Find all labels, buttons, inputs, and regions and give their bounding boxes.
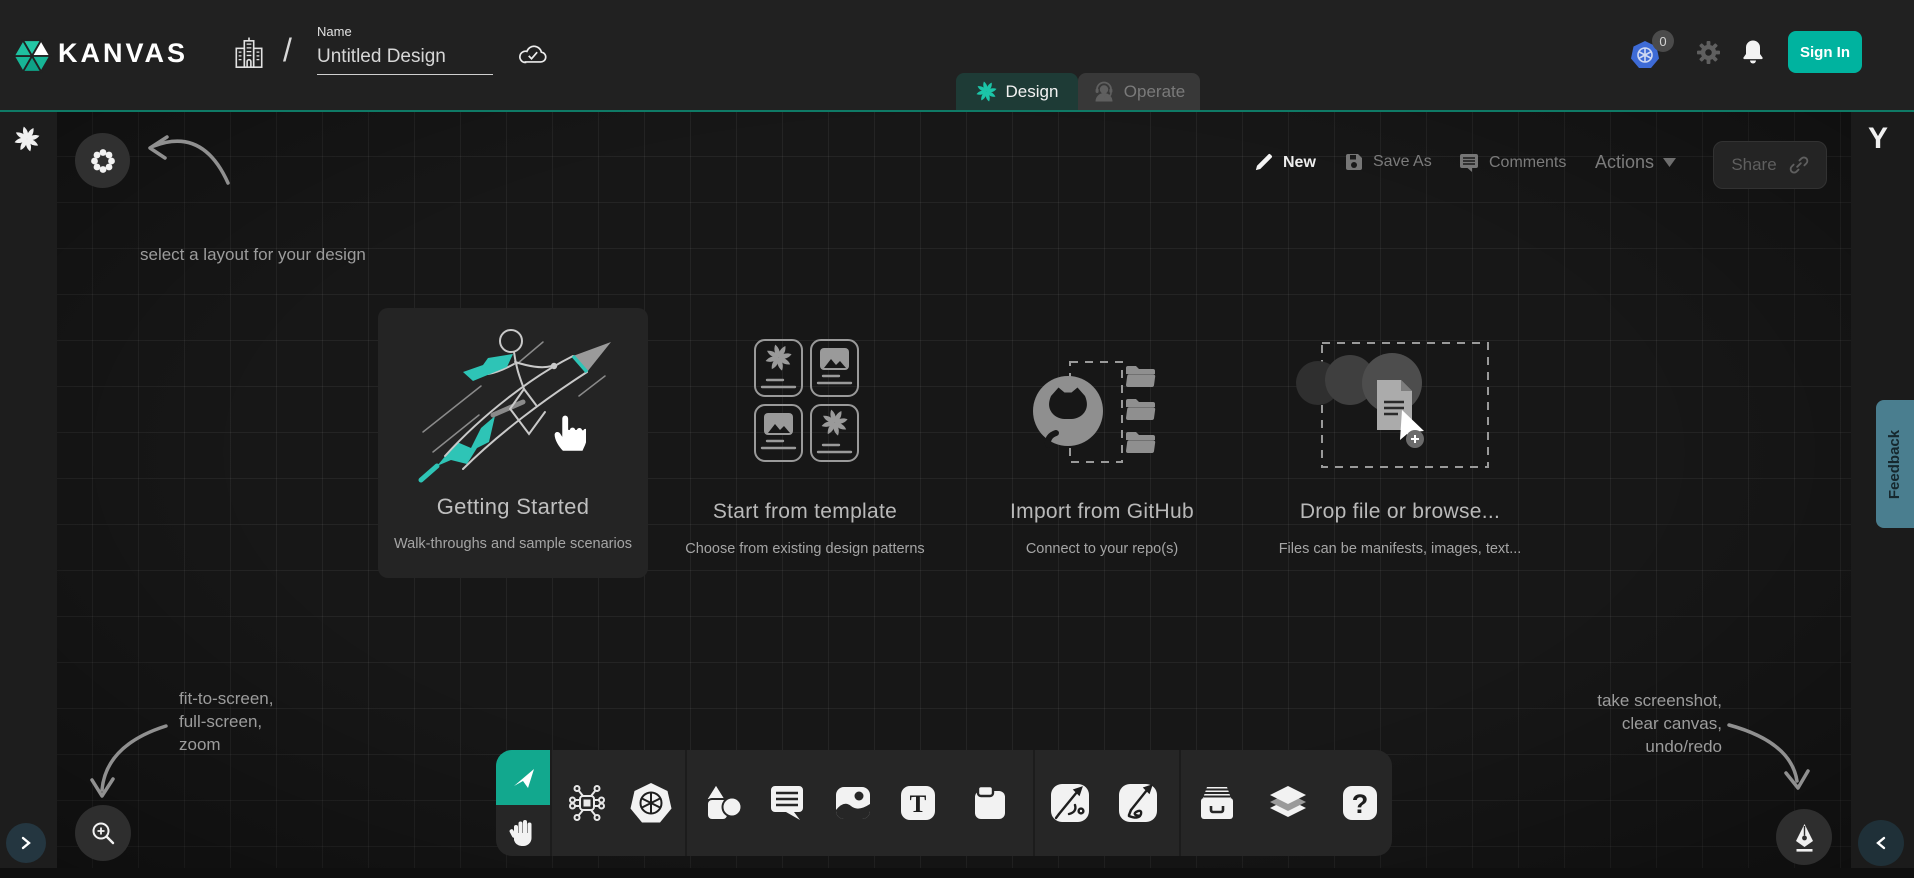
comments-button[interactable]: Comments [1458,152,1566,174]
y-logo: Y [1868,122,1888,156]
tab-design[interactable]: Design [956,73,1078,110]
note-tool-button[interactable] [967,780,1013,826]
card-import-from-github[interactable]: Import from GitHub Connect to your repo(… [967,330,1237,600]
kubernetes-tool-button[interactable] [628,780,674,826]
link-icon [1789,155,1809,175]
collapse-right-panel-button[interactable] [1858,820,1904,866]
autosave-cloud-icon [517,42,547,67]
caret-down-icon [1663,158,1676,167]
expand-left-panel-button[interactable] [6,823,46,863]
comment-tool-button[interactable] [764,780,810,826]
github-import-illustration [967,330,1237,480]
freehand-draw-tool-button[interactable] [1115,780,1161,826]
feedback-tab[interactable]: Feedback [1876,400,1914,528]
chevron-right-icon [19,836,33,850]
design-toolbar: T [496,750,1392,856]
zoom-controls-button[interactable] [75,805,131,861]
text-tool-button[interactable]: T [895,780,941,826]
design-pinwheel-icon [976,81,997,102]
meshery-spinner-icon[interactable] [14,126,40,152]
magnifier-plus-icon [90,820,116,846]
card-drop-file[interactable]: Drop file or browse... Files can be mani… [1265,330,1535,600]
pen-path-tool-button[interactable] [1047,780,1093,826]
new-design-button[interactable]: New [1253,152,1316,173]
card-start-from-template[interactable]: Start from template Choose from existing… [670,330,940,600]
svg-text:T: T [910,791,927,818]
hand-pan-icon [509,816,537,846]
left-sidebar [0,112,57,868]
credits-badge: 0 [1652,30,1674,52]
layout-selector-button[interactable] [75,133,130,188]
sign-in-button[interactable]: Sign In [1788,31,1862,73]
design-name-label: Name [317,24,352,39]
canvas-actions-button[interactable] [1776,809,1832,865]
rocket-doodle-illustration [393,314,633,489]
settings-gear-icon[interactable] [1697,41,1720,64]
card-getting-started[interactable]: Getting Started Walk-throughs and sample… [378,308,648,578]
operator-headset-icon [1093,81,1115,103]
notifications-bell-icon[interactable] [1742,39,1764,65]
app-header: KANVAS / Name 0 [0,0,1914,110]
floppy-save-icon [1344,152,1364,172]
template-tiles-illustration [670,330,940,470]
shapes-tool-button[interactable] [699,780,745,826]
save-as-button[interactable]: Save As [1344,152,1432,172]
zoom-hints-text: fit-to-screen, full-screen, zoom [179,687,273,756]
layers-button[interactable] [1265,780,1311,826]
brand-wordmark: KANVAS [58,38,188,69]
pen-nib-icon [1791,822,1818,852]
pan-tool-button[interactable] [496,805,550,856]
design-name-input[interactable] [317,44,493,75]
select-tool-button[interactable] [496,750,550,805]
organization-icon[interactable] [233,36,265,72]
image-tool-button[interactable] [830,780,876,826]
help-button[interactable]: ? [1337,780,1383,826]
breadcrumb-separator: / [283,32,292,69]
layout-hint-text: select a layout for your design [140,243,366,266]
cursor-arrow-icon [510,765,536,791]
comment-bubble-icon [1458,152,1480,174]
tab-operate[interactable]: Operate [1078,73,1200,110]
svg-text:?: ? [1352,789,1369,819]
kanvas-logo-icon[interactable] [12,36,52,76]
drop-file-illustration [1265,330,1535,485]
bottom-edge [0,868,1914,878]
asterisk-flower-icon [90,148,116,174]
share-button[interactable]: Share [1713,141,1827,189]
actions-dropdown[interactable]: Actions [1595,152,1676,173]
pencil-new-icon [1253,152,1274,173]
hand-pointer-cursor [550,410,586,452]
node-connection-tool-button[interactable] [564,780,610,826]
components-drawer-button[interactable] [1194,780,1240,826]
chevron-left-icon [1874,836,1888,850]
canvas-top-border [0,110,1914,112]
canvas-action-hints-text: take screenshot, clear canvas, undo/redo [1567,689,1722,758]
